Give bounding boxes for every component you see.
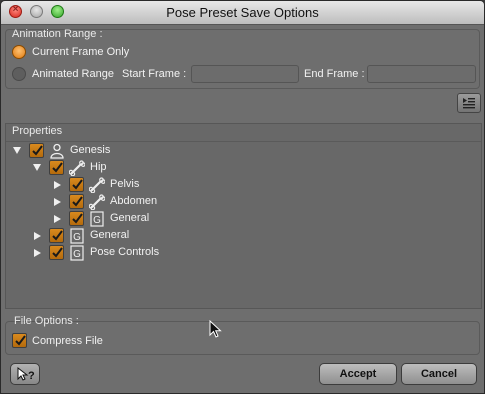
tree-row[interactable]: Abdomen: [1, 194, 481, 211]
figure-icon: [49, 143, 65, 159]
cancel-button[interactable]: Cancel: [401, 363, 477, 385]
help-button[interactable]: ?: [10, 363, 40, 385]
tree-row-checkbox[interactable]: [69, 194, 84, 209]
tree-row[interactable]: Genesis: [1, 143, 481, 160]
current-frame-radio[interactable]: [12, 45, 26, 59]
start-frame-label: Start Frame :: [122, 68, 187, 80]
expand-arrow-icon[interactable]: [34, 249, 41, 257]
properties-header-bar: [6, 124, 481, 142]
compress-file-label: Compress File: [32, 335, 103, 347]
tree-row[interactable]: G General: [1, 211, 481, 228]
animation-range-header: Animation Range :: [12, 28, 103, 40]
checkmark-icon: [52, 247, 63, 258]
tree-row[interactable]: G Pose Controls: [1, 245, 481, 262]
checkmark-icon: [32, 145, 43, 156]
help-question-mark: ?: [28, 370, 35, 382]
tree-row-checkbox[interactable]: [69, 177, 84, 192]
dialog-window: × Pose Preset Save Options Animation Ran…: [0, 0, 485, 394]
list-options-button[interactable]: [457, 93, 481, 113]
general-group-icon: G: [69, 228, 85, 244]
checkmark-icon: [72, 213, 83, 224]
tree-row-label: General: [90, 229, 130, 241]
tree-row-label: Hip: [90, 161, 107, 173]
animated-range-radio[interactable]: [12, 67, 26, 81]
general-group-icon: G: [89, 211, 105, 227]
tree-row-checkbox[interactable]: [49, 228, 64, 243]
tree-row-label: Pelvis: [110, 178, 140, 190]
svg-text:G: G: [73, 249, 81, 260]
checkmark-icon: [72, 179, 83, 190]
tree-row-checkbox[interactable]: [49, 160, 64, 175]
expand-arrow-icon[interactable]: [54, 198, 61, 206]
tree-row-checkbox[interactable]: [49, 245, 64, 260]
tree-row[interactable]: Hip: [1, 160, 481, 177]
start-frame-field[interactable]: [191, 65, 299, 83]
help-pointer-icon: ?: [17, 366, 35, 382]
expand-arrow-icon[interactable]: [54, 181, 61, 189]
tree-row-label: General: [110, 212, 150, 224]
title-bar[interactable]: × Pose Preset Save Options: [1, 1, 484, 25]
window-title: Pose Preset Save Options: [166, 5, 319, 20]
svg-text:G: G: [73, 232, 81, 243]
tree-row[interactable]: Pelvis: [1, 177, 481, 194]
list-menu-icon: [463, 98, 475, 109]
compress-file-checkbox[interactable]: [12, 333, 27, 348]
checkmark-icon: [15, 335, 26, 346]
general-group-icon: G: [69, 245, 85, 261]
tree-row-checkbox[interactable]: [69, 211, 84, 226]
mouse-cursor-icon: [209, 320, 222, 338]
tree-row-label: Pose Controls: [90, 246, 160, 258]
tree-row-label: Genesis: [70, 144, 111, 156]
expand-arrow-icon[interactable]: [34, 232, 41, 240]
expand-arrow-icon[interactable]: [54, 215, 61, 223]
bone-icon: [88, 194, 106, 211]
end-frame-field[interactable]: [367, 65, 476, 83]
svg-text:G: G: [93, 215, 101, 226]
current-frame-label: Current Frame Only: [32, 46, 130, 58]
tree-row-label: Abdomen: [110, 195, 158, 207]
collapse-arrow-icon[interactable]: [33, 164, 41, 171]
accept-button[interactable]: Accept: [319, 363, 397, 385]
bone-icon: [68, 160, 86, 177]
checkmark-icon: [72, 196, 83, 207]
collapse-arrow-icon[interactable]: [13, 147, 21, 154]
properties-header: Properties: [12, 125, 63, 137]
bone-icon: [88, 177, 106, 194]
file-options-header: File Options :: [14, 315, 79, 327]
checkmark-icon: [52, 230, 63, 241]
checkmark-icon: [52, 162, 63, 173]
end-frame-label: End Frame :: [304, 68, 365, 80]
tree-row-checkbox[interactable]: [29, 143, 44, 158]
animated-range-label: Animated Range: [32, 68, 114, 80]
tree-row[interactable]: G General: [1, 228, 481, 245]
